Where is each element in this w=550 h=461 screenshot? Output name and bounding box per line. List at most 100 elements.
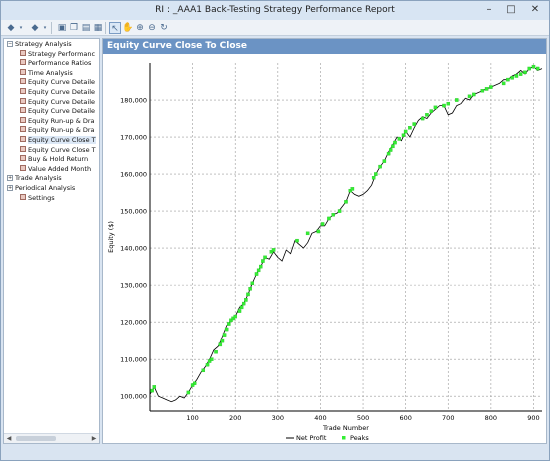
refresh-icon[interactable]: ↻ — [158, 22, 170, 34]
tree-item[interactable]: Buy & Hold Return — [20, 155, 88, 164]
report-icon — [20, 193, 26, 200]
collapse-icon[interactable]: − — [7, 41, 13, 47]
report-icon — [20, 126, 26, 133]
peak-point — [403, 129, 408, 134]
tree-item-label: Equity Curve Detaile — [28, 78, 96, 87]
tree-item[interactable]: Equity Curve Detaile — [20, 97, 96, 107]
forward-dropdown-icon[interactable]: ▾ — [39, 22, 51, 34]
zoom-in-icon[interactable]: ⊕ — [134, 22, 146, 34]
peak-point — [337, 209, 342, 213]
peak-point — [489, 85, 493, 89]
back-dropdown-icon[interactable]: ▾ — [15, 22, 27, 34]
peak-point — [254, 272, 259, 276]
title-bar[interactable]: RI : _AAA1 Back-Testing Strategy Perform… — [1, 1, 549, 20]
export-icon[interactable]: ▦ — [92, 22, 104, 34]
peak-point — [227, 322, 231, 326]
x-tick-label: 200 — [229, 414, 241, 422]
tree-item-label: Performance Ratios — [28, 59, 92, 68]
peak-point — [429, 109, 433, 113]
x-tick-label: 900 — [527, 414, 539, 422]
peak-point — [150, 388, 154, 393]
peak-point — [224, 327, 229, 332]
y-tick-label: 120,000 — [120, 319, 147, 327]
peak-point — [518, 72, 523, 76]
expand-icon[interactable]: + — [7, 185, 13, 191]
peak-point — [259, 264, 263, 269]
scroll-right-icon[interactable]: ▶ — [89, 434, 99, 443]
equity-chart[interactable]: 100 200 300 400 500 600 700 800 900 100,000 110,00… — [103, 54, 546, 443]
peak-point — [248, 287, 252, 291]
scroll-thumb[interactable] — [16, 436, 56, 441]
pan-hand-icon[interactable]: ✋ — [122, 22, 134, 34]
peak-point — [256, 268, 261, 273]
app-window: RI : _AAA1 Back-Testing Strategy Perform… — [0, 0, 550, 461]
copy-icon[interactable]: ❐ — [68, 22, 80, 34]
tree-item-label: Equity Curve Close T — [28, 145, 96, 154]
peak-point — [397, 137, 402, 141]
peak-point — [201, 368, 206, 373]
peak-point — [420, 116, 425, 121]
x-tick-label: 400 — [314, 414, 326, 422]
peak-point — [218, 342, 223, 347]
chart-panel: Equity Curve Close To Close 100 200 300 400… — [102, 38, 547, 444]
pointer-icon[interactable]: ↖ — [109, 22, 121, 34]
y-tick-label: 170,000 — [120, 134, 147, 142]
tree-item[interactable]: − Strategy Analysis — [7, 40, 72, 49]
y-axis-title: Equity ($) — [107, 221, 115, 253]
toolbar-separator — [105, 22, 106, 34]
tree-item-label: Equity Run-up & Dra — [28, 126, 95, 135]
tree-item[interactable]: Performance Ratios — [20, 59, 91, 68]
peak-point — [192, 381, 197, 385]
peak-point — [527, 66, 531, 71]
x-tick-label: 700 — [442, 414, 454, 422]
report-icon — [20, 145, 26, 152]
report-icon — [20, 59, 26, 66]
tree-item[interactable]: Time Analysis — [20, 68, 73, 78]
zoom-out-icon[interactable]: ⊖ — [146, 22, 158, 34]
peak-point — [535, 66, 540, 71]
scroll-left-icon[interactable]: ◀ — [4, 434, 14, 443]
expand-icon[interactable]: + — [7, 175, 13, 182]
tree-item[interactable]: Equity Curve Detaile — [20, 78, 95, 87]
peak-point — [523, 70, 527, 75]
horizontal-scrollbar[interactable]: ◀ ▶ — [4, 433, 99, 443]
report-icon — [20, 107, 26, 114]
peak-point — [425, 113, 429, 117]
tree-item[interactable]: Strategy Performanc — [20, 49, 95, 59]
tree-item[interactable]: + Periodical Analysis — [7, 184, 75, 193]
peak-point — [393, 140, 397, 145]
tree-item[interactable]: Equity Curve Close T — [20, 145, 96, 155]
print-icon[interactable]: ▤ — [80, 22, 92, 34]
peak-point — [239, 305, 244, 310]
tree-item[interactable]: Equity Run-up & Dra — [20, 116, 95, 126]
x-tick-label: 500 — [357, 414, 369, 422]
minimize-button[interactable]: – — [479, 1, 499, 18]
tree-item[interactable]: Value Added Month — [20, 164, 91, 174]
close-button[interactable]: ✕ — [523, 1, 547, 18]
save-icon[interactable]: ▣ — [56, 22, 68, 34]
tree-item-label: Settings — [28, 193, 55, 202]
tree-item-label: Time Analysis — [28, 68, 73, 77]
tree-item[interactable]: Equity Curve Detaile — [20, 88, 95, 97]
peak-point — [442, 103, 446, 108]
maximize-button[interactable]: □ — [501, 1, 521, 18]
tree-item[interactable]: Equity Curve Detaile — [20, 107, 95, 116]
peak-point — [263, 255, 267, 260]
x-tick-label: 600 — [399, 414, 411, 422]
peak-point — [378, 164, 382, 169]
report-icon — [20, 164, 26, 171]
peak-point — [316, 229, 321, 234]
y-tick-label: 110,000 — [120, 356, 147, 364]
report-icon — [20, 155, 26, 162]
legend-net-profit-label: Net Profit — [296, 434, 327, 442]
peak-point — [331, 213, 335, 217]
tree-item[interactable]: Equity Run-up & Dra — [20, 126, 95, 135]
tree-item[interactable]: Equity Curve Close T — [20, 136, 96, 145]
peak-point — [412, 122, 416, 126]
peak-point — [305, 231, 310, 236]
tree-item[interactable]: + Trade Analysis — [7, 174, 62, 183]
tree-item[interactable]: Settings — [20, 193, 55, 203]
tree-item-label: Equity Curve Detaile — [28, 97, 96, 106]
peak-point — [480, 89, 485, 93]
peak-point — [371, 176, 376, 180]
